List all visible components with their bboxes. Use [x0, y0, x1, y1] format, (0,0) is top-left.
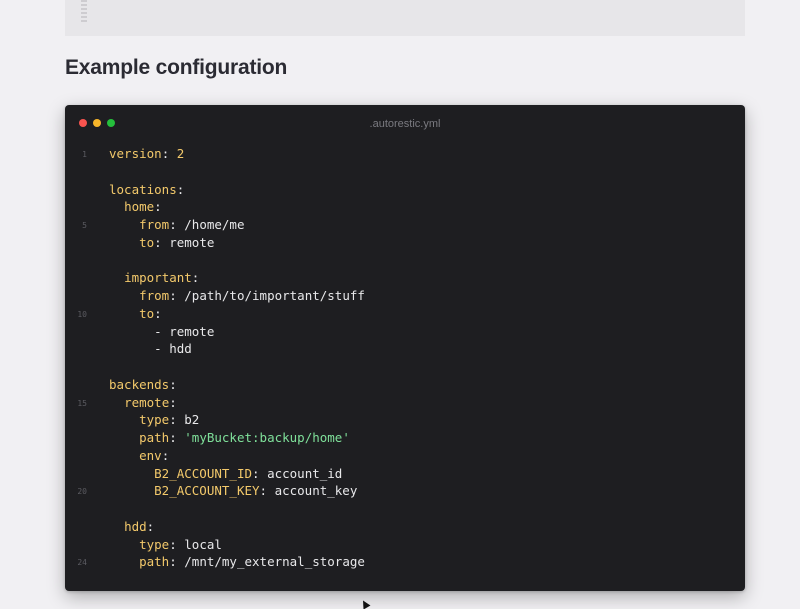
code-text: to:	[139, 305, 162, 321]
code-text: backends:	[109, 376, 177, 392]
section-heading: Example configuration	[65, 56, 288, 79]
line-number: 15	[77, 398, 87, 408]
code-window: .autorestic.yml 1 version: 2 locations: ho…	[65, 105, 745, 591]
code-line: 5 from: /home/me	[65, 216, 745, 234]
code-text: B2_ACCOUNT_KEY: account_key	[154, 483, 358, 499]
yaml-key: env	[139, 447, 162, 463]
code-line: important:	[65, 269, 745, 287]
yaml-key: to	[139, 234, 155, 250]
yaml-key: path	[139, 430, 170, 445]
code-text: path: /mnt/my_external_storage	[139, 554, 365, 570]
yaml-key: B2_ACCOUNT_KEY	[154, 483, 260, 499]
line-number: 20	[77, 487, 87, 497]
line-number: 24	[77, 558, 87, 568]
code-line: 10 to:	[65, 305, 745, 323]
code-text: env:	[139, 447, 170, 463]
yaml-value: account_id	[267, 465, 343, 481]
yaml-key: locations	[109, 181, 177, 197]
code-text: locations:	[109, 181, 185, 197]
yaml-value: - hdd	[154, 341, 192, 357]
code-line: home:	[65, 198, 745, 216]
code-line: to: remote	[65, 234, 745, 252]
yaml-key: version	[109, 146, 162, 161]
code-text: path: 'myBucket:backup/home'	[139, 430, 350, 445]
yaml-value: /home/me	[184, 217, 245, 232]
code-line: type: local	[65, 536, 745, 554]
code-text: B2_ACCOUNT_ID: account_id	[154, 465, 343, 481]
code-line: - hdd	[65, 340, 745, 358]
code-text: type: b2	[139, 412, 200, 428]
yaml-key: remote	[124, 394, 170, 410]
code-text: important:	[124, 270, 200, 286]
code-line: from: /path/to/important/stuff	[65, 287, 745, 305]
yaml-key: backends	[109, 376, 170, 392]
line-number: 10	[77, 309, 87, 319]
code-text: remote:	[124, 394, 177, 410]
yaml-key: type	[139, 412, 170, 428]
code-line: env:	[65, 447, 745, 465]
yaml-key: from	[139, 288, 170, 303]
yaml-key: to	[139, 305, 155, 321]
code-line: 20 B2_ACCOUNT_KEY: account_key	[65, 482, 745, 500]
yaml-key: home	[124, 199, 155, 215]
yaml-key: type	[139, 536, 170, 552]
code-text: home:	[124, 199, 162, 215]
yaml-value: /mnt/my_external_storage	[184, 554, 365, 570]
code-text: - remote	[109, 323, 214, 341]
yaml-key: hdd	[124, 518, 147, 534]
code-text: type: local	[139, 536, 222, 552]
code-line: hdd:	[65, 518, 745, 536]
code-line: type: b2	[65, 411, 745, 429]
code-line: - remote	[65, 323, 745, 341]
code-block-gutter	[81, 0, 87, 22]
code-line: B2_ACCOUNT_ID: account_id	[65, 465, 745, 483]
window-titlebar: .autorestic.yml	[65, 105, 745, 143]
code-line: backends:	[65, 376, 745, 394]
line-number: 1	[82, 150, 87, 159]
yaml-key: from	[139, 217, 170, 232]
yaml-value: b2	[184, 412, 200, 428]
yaml-key: path	[139, 554, 170, 570]
code-text: version: 2	[109, 146, 185, 161]
yaml-value: 'myBucket:backup/home'	[184, 430, 350, 445]
previous-code-block	[65, 0, 745, 36]
yaml-value: - remote	[154, 323, 215, 339]
yaml-key: important	[124, 270, 192, 286]
code-line: 1 version: 2	[65, 145, 745, 163]
code-line: path: 'myBucket:backup/home'	[65, 429, 745, 447]
yaml-value: account_key	[274, 483, 358, 499]
code-line: locations:	[65, 181, 745, 199]
code-line: 15 remote:	[65, 394, 745, 412]
code-line: 24 path: /mnt/my_external_storage	[65, 553, 745, 571]
code-content[interactable]: 1 version: 2 locations: home: 5 from: /home…	[65, 145, 745, 571]
yaml-value: /path/to/important/stuff	[184, 288, 365, 303]
code-text: - hdd	[109, 340, 192, 358]
mouse-cursor-icon	[359, 598, 371, 609]
yaml-value: remote	[169, 234, 215, 250]
code-text: to: remote	[139, 234, 215, 250]
window-filename: .autorestic.yml	[369, 118, 441, 130]
code-text: from: /home/me	[139, 217, 245, 232]
yaml-value: 2	[176, 146, 185, 161]
yaml-value: local	[184, 536, 222, 552]
line-number: 5	[82, 221, 87, 230]
yaml-key: B2_ACCOUNT_ID	[154, 465, 252, 481]
code-text: from: /path/to/important/stuff	[139, 288, 365, 303]
code-text: hdd:	[124, 518, 155, 534]
